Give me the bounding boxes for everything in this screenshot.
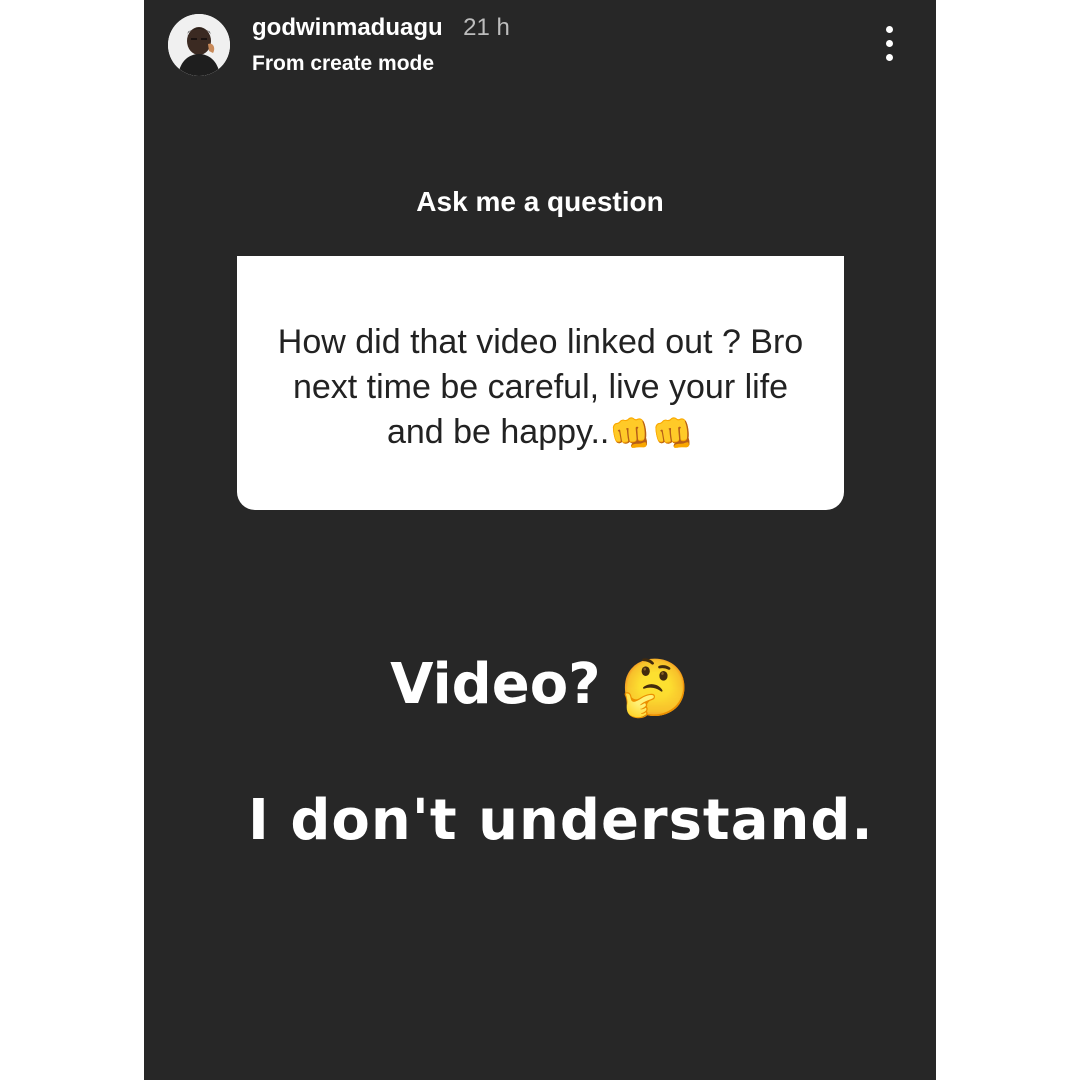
story-time: 21 h	[463, 14, 510, 41]
page-frame: godwinmaduagu 21 h From create mode Ask …	[0, 0, 1080, 1080]
fist-bump-emoji: 👊👊	[609, 414, 695, 453]
menu-dot	[886, 26, 893, 33]
avatar[interactable]	[168, 14, 230, 76]
thinking-face-emoji: 🤔	[620, 655, 690, 721]
menu-dot	[886, 40, 893, 47]
caption-video-text: Video?	[390, 652, 601, 717]
question-text-block: How did that video linked out ? Bro next…	[267, 320, 814, 457]
caption-video: Video? 🤔	[144, 652, 936, 721]
story-subtitle: From create mode	[252, 52, 435, 75]
story-header: godwinmaduagu 21 h From create mode	[144, 0, 936, 90]
question-text: How did that video linked out ? Bro next…	[277, 323, 804, 451]
story-viewer[interactable]: godwinmaduagu 21 h From create mode Ask …	[144, 0, 936, 1080]
menu-dot	[886, 54, 893, 61]
question-prompt: Ask me a question	[416, 186, 664, 217]
question-sticker[interactable]: How did that video linked out ? Bro next…	[237, 256, 844, 510]
user-line: godwinmaduagu 21 h	[252, 14, 510, 42]
username[interactable]: godwinmaduagu	[252, 14, 443, 41]
caption-understand: I don't understand.	[248, 788, 874, 853]
profile-photo-icon	[168, 14, 230, 76]
more-vertical-icon[interactable]	[874, 22, 904, 66]
